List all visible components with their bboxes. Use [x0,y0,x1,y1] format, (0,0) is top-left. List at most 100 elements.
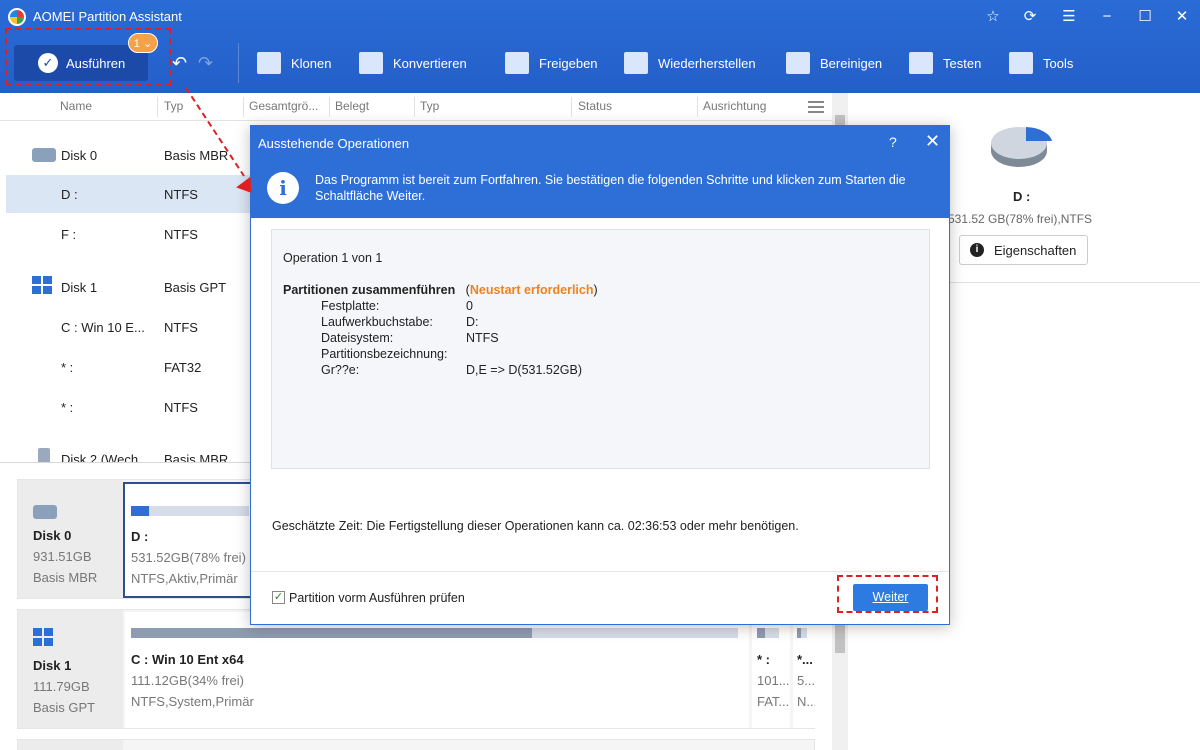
refresh-icon[interactable]: ⟳ [1018,6,1042,28]
detail-value: 0 [466,299,473,313]
undo-icon[interactable]: ↶ [172,53,187,74]
partition-fs: FAT... [757,694,790,709]
test-icon [909,52,933,74]
col-alignment[interactable]: Ausrichtung [703,99,766,113]
col-used[interactable]: Belegt [335,99,369,113]
disk-card-info: Disk 0 931.51GB Basis MBR [18,480,123,598]
windows-disk-icon [33,628,55,648]
row-type: NTFS [164,227,198,242]
tools-icon [1009,52,1033,74]
disk-name: Disk 0 [33,528,72,543]
dialog-footer-divider [251,571,949,572]
convert-button[interactable]: Konvertieren [359,50,467,76]
usage-fill [131,628,532,638]
col-type[interactable]: Typ [164,99,183,113]
clone-button[interactable]: Klonen [257,50,331,76]
partition-fs: N... [797,694,815,709]
partition-name: * : [757,652,770,667]
detail-value: D,E => D(531.52GB) [466,363,583,377]
check-partition-checkbox[interactable]: ✓ [272,591,285,604]
disk-card-info [18,740,123,750]
usage-bar [757,628,779,638]
row-name: Disk 0 [61,148,98,163]
operation-count: Operation 1 von 1 [283,251,383,265]
partition-block-fat32[interactable]: * : 101... FAT... [752,612,790,728]
row-name: D : [61,187,78,202]
usage-fill [757,628,765,638]
disk-usage-pie-icon [991,127,1052,167]
disk-card-disk2[interactable] [17,739,815,750]
details-divider [948,282,1200,283]
partition-name: D : [131,529,149,544]
star-icon[interactable]: ☆ [981,6,1005,28]
restart-warning: Neustart erforderlich [469,283,594,297]
pending-operations-dialog: Ausstehende Operationen ? ✕ i Das Progra… [250,125,950,625]
partition-block-c[interactable]: C : Win 10 Ent x64 111.12GB(34% frei) NT… [125,612,749,728]
usage-fill [131,506,150,516]
row-type: Basis MBR [164,148,229,163]
help-icon[interactable]: ? [889,134,897,150]
convert-label: Konvertieren [393,55,467,71]
column-header: Name Typ Gesamtgrö... Belegt Typ Status … [0,93,832,121]
tools-label: Tools [1043,55,1074,71]
close-icon[interactable]: ✕ [925,131,940,152]
disk-icon [33,505,57,519]
clone-label: Klonen [291,55,332,71]
check-partition-label[interactable]: Partition vorm Ausführen prüfen [289,591,465,605]
col-status[interactable]: Status [578,99,612,113]
paren-close: ) [593,283,598,297]
minimize-icon[interactable]: − [1095,6,1119,28]
disk-icon [32,148,56,162]
partition-block-d[interactable]: D : 531.52GB(78% frei) NTFS,Aktiv,Primär [123,482,253,598]
row-type: NTFS [164,187,198,202]
maximize-icon[interactable]: ☐ [1133,6,1157,28]
estimated-time: Geschätzte Zeit: Die Fertigstellung dies… [272,519,799,533]
column-divider [571,97,572,117]
app-logo-icon [8,8,26,26]
usb-icon [38,448,50,462]
dialog-message: Das Programm ist bereit zum Fortfahren. … [315,173,906,203]
partition-size: 531.52GB(78% frei) [131,550,246,565]
disk-card-disk1[interactable]: Disk 1 111.79GB Basis GPT C : Win 10 Ent… [17,609,815,729]
row-name: * : [61,400,74,415]
test-button[interactable]: Testen [909,50,981,76]
col-fs-type[interactable]: Typ [420,99,439,113]
properties-button[interactable]: i Eigenschaften [959,235,1088,265]
column-menu-icon[interactable] [808,101,824,113]
detail-label: Gr??e: [321,363,360,377]
recover-icon [624,52,648,74]
info-icon: i [267,172,299,204]
partition-fs: NTFS,System,Primär [131,694,254,709]
row-name: * : [61,360,74,375]
test-label: Testen [943,55,982,71]
wipe-icon [786,52,810,74]
detail-value: D: [466,315,479,329]
close-window-icon[interactable]: ✕ [1170,6,1194,28]
recover-label: Wiederherstellen [658,55,756,71]
col-name[interactable]: Name [60,99,92,113]
row-type: Basis GPT [164,280,227,295]
menu-icon[interactable]: ☰ [1057,6,1081,28]
free-up-icon [505,52,529,74]
free-up-label: Freigeben [539,55,598,71]
partition-name: *... [797,652,813,667]
toolbar-divider [238,43,239,83]
disk-type: Basis GPT [33,700,96,715]
col-capacity[interactable]: Gesamtgrö... [249,99,318,113]
properties-label: Eigenschaften [994,242,1077,258]
selected-drive-info: 531.52 GB(78% frei),NTFS [948,212,1093,226]
disk-card-info: Disk 1 111.79GB Basis GPT [18,610,123,728]
tools-button[interactable]: Tools [1009,50,1073,76]
free-up-button[interactable]: Freigeben [505,50,598,76]
dialog-header: Ausstehende Operationen ? ✕ i Das Progra… [251,126,949,218]
redo-icon[interactable]: ↷ [198,53,213,74]
recover-button[interactable]: Wiederherstellen [624,50,756,76]
disk-size: 931.51GB [33,549,92,564]
wipe-button[interactable]: Bereinigen [786,50,882,76]
partition-block-ntfs[interactable]: *... 5... N... [793,612,815,728]
detail-label: Festplatte: [321,299,380,313]
operation-name: Partitionen zusammenführen [283,283,456,297]
column-divider [414,97,415,117]
dialog-title: Ausstehende Operationen [258,136,410,151]
usage-fill [797,628,801,638]
